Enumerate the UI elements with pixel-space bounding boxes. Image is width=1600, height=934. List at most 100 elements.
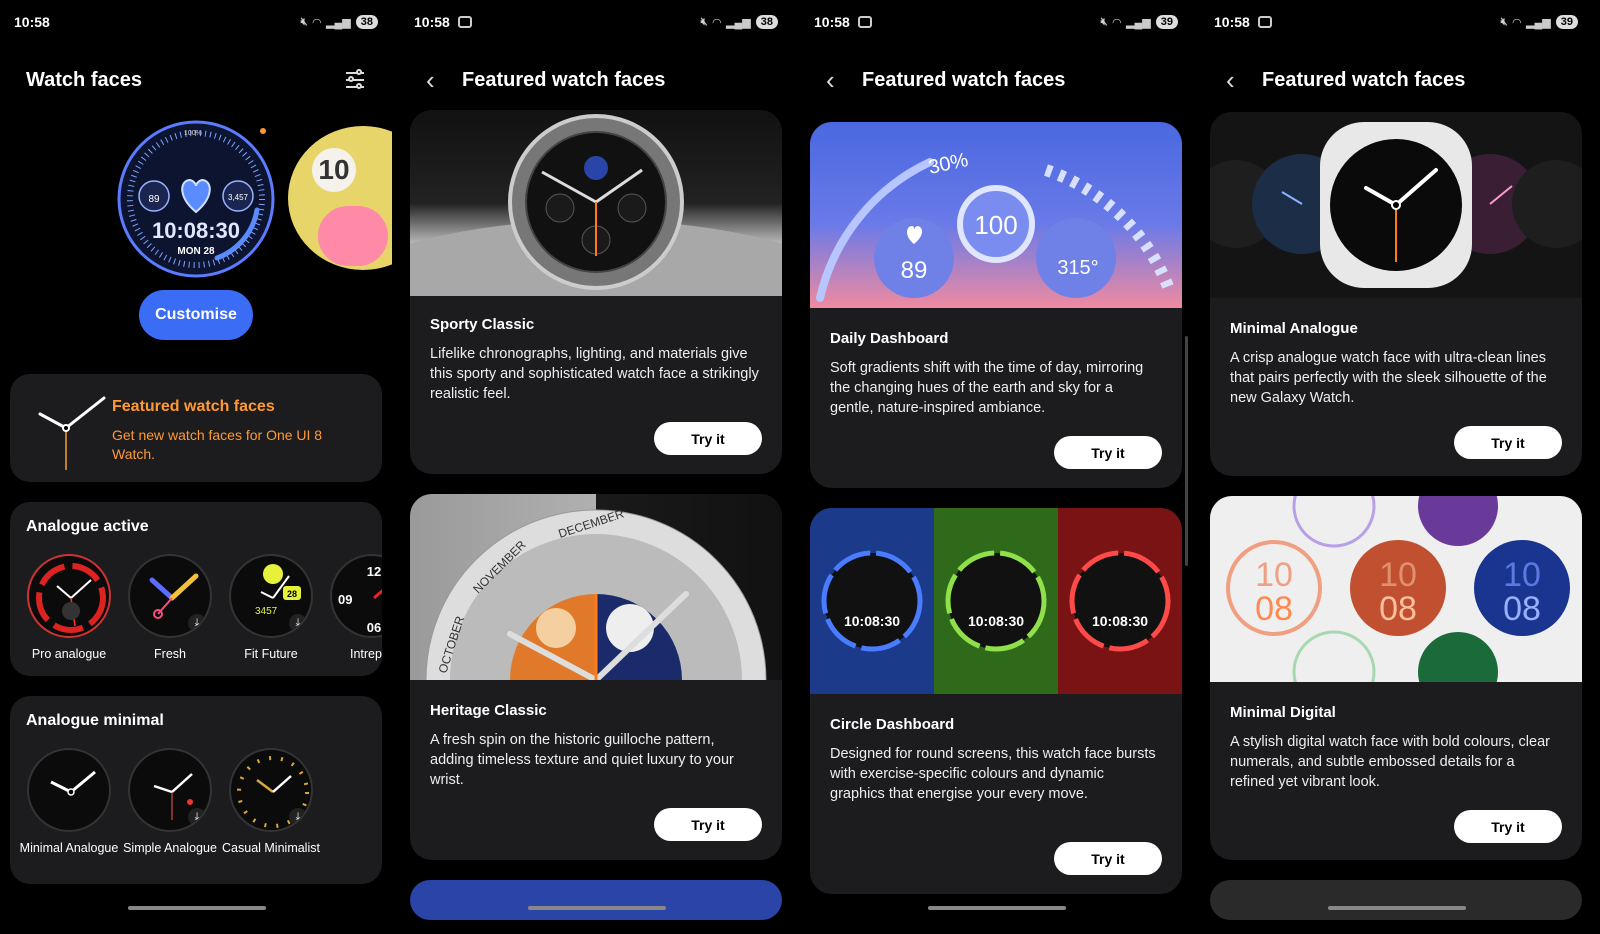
filter-settings-icon[interactable] [344,69,366,91]
home-indicator[interactable] [928,906,1066,910]
card-circle-dashboard[interactable]: 10:08:30 10:08:30 10:08:30 Circle Dashbo… [810,508,1182,894]
app-bar: Watch faces [26,62,366,98]
card-description: A fresh spin on the historic guilloche p… [430,732,734,788]
red-variant: 10:08:30 [1058,508,1182,694]
signal-icon: ▂▄▆ [1126,16,1151,29]
back-arrow-icon[interactable]: ‹ [826,67,856,93]
watch-face-label: Minimal Analogue [19,841,119,855]
svg-text:12: 12 [367,564,381,579]
watch-face-simple-analogue[interactable]: ⤓ Simple Analogue [120,748,220,856]
try-it-button[interactable]: Try it [1454,426,1562,459]
sporty-classic-image [410,110,782,296]
mute-icon: 🔇︎ [1500,15,1508,28]
svg-text:28: 28 [287,589,297,599]
featured-banner-title: Featured watch faces [112,398,275,415]
svg-text:10: 10 [1255,556,1293,594]
card-sporty-classic[interactable]: Sporty Classic Lifelike chronographs, li… [410,110,782,474]
home-indicator[interactable] [528,906,666,910]
svg-text:08: 08 [1255,590,1293,628]
section-heading: Analogue active [26,518,149,535]
customise-button[interactable]: Customise [139,290,253,340]
watch-face-label: Pro analogue [31,647,107,661]
battery-indicator: 38 [355,15,378,29]
download-icon: ⤓ [188,614,206,632]
card-description: A stylish digital watch face with bold c… [1230,734,1550,790]
watch-face-minimal-analogue[interactable]: Minimal Analogue [19,748,119,856]
simple-analogue-thumbnail: ⤓ [128,748,212,832]
status-bar: 10:58 🔇︎ ◠ ▂▄▆ 39 [1214,12,1578,32]
status-bar: 10:58 🔇︎ ◠ ▂▄▆ 38 [414,12,778,32]
try-it-button[interactable]: Try it [1054,436,1162,469]
dashboard-center-text: 100 [974,210,1017,240]
status-icons: 🔇︎ ◠ ▂▄▆ 39 [1101,15,1178,29]
next-card-peek[interactable] [410,880,782,920]
minimal-analogue-image [1210,112,1582,298]
try-it-button[interactable]: Try it [654,808,762,841]
pro-analogue-thumbnail [27,554,111,638]
card-title: Circle Dashboard [830,716,955,733]
fresh-thumbnail: ⤓ [128,554,212,638]
current-watch-face[interactable]: 89 3,457 10:08:30 MON 28 100% [117,120,275,278]
card-minimal-analogue[interactable]: Minimal Analogue A crisp analogue watch … [1210,112,1582,476]
svg-text:09: 09 [338,592,352,607]
watch-face-fit-future[interactable]: 3457 28 ⤓ Fit Future [221,554,321,662]
status-icons: 🔇︎ ◠ ▂▄▆ 38 [701,15,778,29]
next-watch-face[interactable]: 10 [288,126,392,270]
card-description: Designed for round screens, this watch f… [830,746,1156,802]
try-it-button[interactable]: Try it [1454,810,1562,843]
card-description: A crisp analogue watch face with ultra-c… [1230,350,1547,406]
screenshot-icon [1257,16,1272,28]
watch-face-intrepid[interactable]: 12 09 06 Intrep [322,554,382,662]
status-time: 10:58 [414,14,450,30]
card-title: Heritage Classic [430,702,547,719]
back-arrow-icon[interactable]: ‹ [426,67,456,93]
download-icon: ⤓ [188,808,206,826]
heritage-classic-image: DECEMBER NOVEMBER OCTOBER JANUARY FEBRUA… [410,494,782,680]
featured-watch-faces-screen-3: 10:58 🔇︎ ◠ ▂▄▆ 39 ‹ Featured watch faces [1200,0,1592,934]
signal-icon: ▂▄▆ [1526,16,1551,29]
analogue-minimal-section: Analogue minimal Minimal Analogue ⤓ Simp… [10,696,382,884]
svg-text:08: 08 [1379,590,1417,628]
wifi-icon: ◠ [312,16,322,29]
mute-icon: 🔇︎ [700,15,708,28]
featured-watch-faces-banner[interactable]: Featured watch faces Get new watch faces… [10,374,382,482]
try-it-button[interactable]: Try it [654,422,762,455]
svg-text:10: 10 [1503,556,1541,594]
app-bar: ‹ Featured watch faces [1226,62,1566,98]
featured-watch-faces-screen-1: 10:58 🔇︎ ◠ ▂▄▆ 38 ‹ Featured watch faces Sp… [400,0,792,934]
circle-dashboard-image: 10:08:30 10:08:30 10:08:30 [810,508,1182,694]
card-heritage-classic[interactable]: DECEMBER NOVEMBER OCTOBER JANUARY FEBRUA… [410,494,782,860]
screenshot-icon [857,16,872,28]
screenshot-icon [457,16,472,28]
home-indicator[interactable] [128,906,266,910]
mute-icon: 🔇︎ [300,15,308,28]
card-daily-dashboard[interactable]: 100 89 315° 30% Daily Dashboard Soft gra… [810,122,1182,488]
minimal-digital-image: 10 08 10 08 10 08 [1210,496,1582,682]
card-title: Minimal Digital [1230,704,1336,721]
wifi-icon: ◠ [1112,16,1122,29]
app-bar: ‹ Featured watch faces [826,62,1166,98]
signal-icon: ▂▄▆ [326,16,351,29]
watch-time-text: 10:08:30 [152,218,240,243]
status-icons: 🔇︎ ◠ ▂▄▆ 38 [301,15,378,29]
next-card-peek[interactable] [1210,880,1582,920]
watch-faces-screen: 10:58 🔇︎ ◠ ▂▄▆ 38 Watch faces 89 3,457 10:0… [0,0,392,934]
watch-face-fresh[interactable]: ⤓ Fresh [120,554,220,662]
dashboard-heart-text: 89 [901,257,928,284]
watch-face-casual-minimalist[interactable]: ⤓ Casual Minimalist [221,748,321,856]
card-minimal-digital[interactable]: 10 08 10 08 10 08 Minimal Digital A styl… [1210,496,1582,860]
home-indicator[interactable] [1328,906,1466,910]
analogue-active-section: Analogue active Pro analogue ⤓ Fresh 345… [10,502,382,676]
watch-face-pro-analogue[interactable]: Pro analogue [19,554,119,662]
svg-text:3457: 3457 [255,606,278,617]
section-heading: Analogue minimal [26,712,164,729]
status-bar: 10:58 🔇︎ ◠ ▂▄▆ 38 [14,12,378,32]
status-time: 10:58 [1214,14,1250,30]
wifi-icon: ◠ [712,16,722,29]
try-it-button[interactable]: Try it [1054,842,1162,875]
back-arrow-icon[interactable]: ‹ [1226,67,1256,93]
card-title: Sporty Classic [430,316,535,333]
blue-variant: 10:08:30 [810,508,934,694]
status-bar: 10:58 🔇︎ ◠ ▂▄▆ 39 [814,12,1178,32]
scrollbar[interactable] [1185,336,1188,566]
